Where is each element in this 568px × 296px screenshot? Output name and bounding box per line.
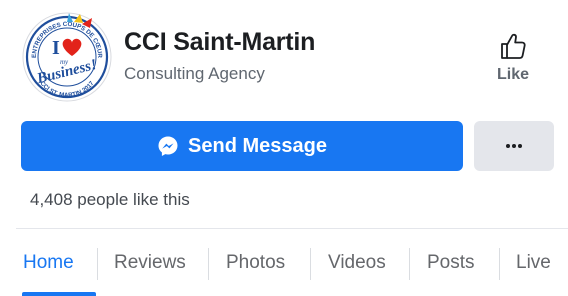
send-message-label: Send Message	[188, 134, 327, 157]
messenger-icon	[157, 135, 179, 157]
tab-videos[interactable]: Videos	[328, 252, 386, 274]
tab-posts[interactable]: Posts	[427, 252, 475, 274]
more-options-button[interactable]	[474, 121, 554, 171]
page-header-card: ENTREPRISES COUPS DE CŒUR CCI ST. MARTIN…	[0, 0, 568, 296]
send-message-button[interactable]: Send Message	[21, 121, 463, 171]
divider	[16, 228, 568, 229]
page-category[interactable]: Consulting Agency	[124, 64, 265, 84]
likes-count[interactable]: 4,408 people like this	[30, 190, 190, 210]
logo-letter-i: I	[52, 37, 60, 59]
thumbs-up-icon	[501, 33, 526, 59]
tab-reviews[interactable]: Reviews	[114, 252, 186, 274]
tab-separator	[499, 248, 500, 280]
tab-photos[interactable]: Photos	[226, 252, 285, 274]
tab-separator	[208, 248, 209, 280]
tab-separator	[310, 248, 311, 280]
like-button[interactable]: Like	[486, 32, 540, 96]
page-avatar[interactable]: ENTREPRISES COUPS DE CŒUR CCI ST. MARTIN…	[22, 12, 112, 102]
tab-home[interactable]: Home	[23, 252, 74, 274]
page-tabs: Home Reviews Photos Videos Posts Live	[0, 240, 568, 296]
active-tab-indicator	[22, 292, 96, 296]
like-label: Like	[496, 66, 529, 83]
tab-live[interactable]: Live	[516, 252, 551, 274]
tab-separator	[409, 248, 410, 280]
more-icon	[506, 144, 522, 148]
avatar-logo: ENTREPRISES COUPS DE CŒUR CCI ST. MARTIN…	[22, 12, 112, 102]
page-title[interactable]: CCI Saint-Martin	[124, 28, 315, 57]
tab-separator	[97, 248, 98, 280]
